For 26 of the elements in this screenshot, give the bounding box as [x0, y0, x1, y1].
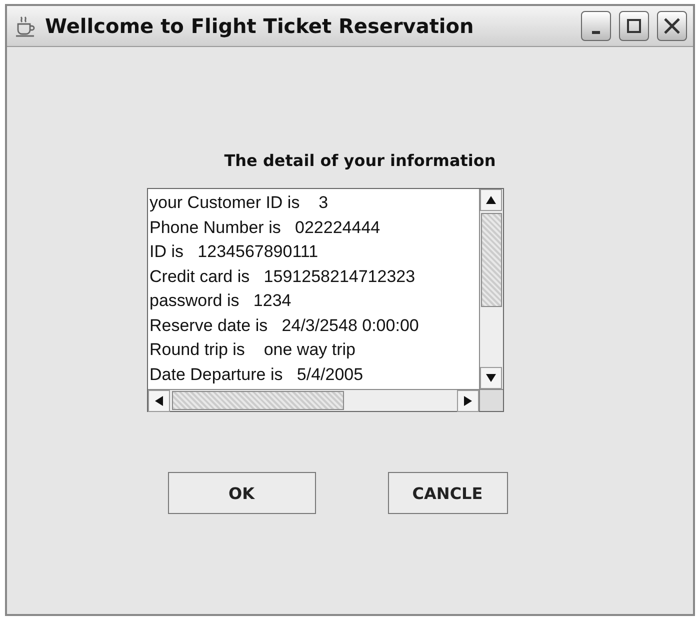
heading: The detail of your information [224, 151, 496, 170]
ok-button[interactable]: OK [168, 472, 316, 514]
detail-line: password is 1234 [150, 290, 292, 312]
maximize-button[interactable] [619, 11, 649, 41]
down-arrow-icon [486, 374, 496, 382]
minimize-button[interactable] [581, 11, 611, 41]
detail-line: Date Departure is 5/4/2005 [150, 364, 364, 386]
cancel-button[interactable]: CANCLE [388, 472, 508, 514]
cup-icon [13, 14, 37, 38]
minimize-icon [592, 30, 600, 34]
up-arrow-icon [486, 196, 496, 204]
vertical-scrollbar[interactable] [478, 189, 502, 389]
window-title: Wellcome to Flight Ticket Reservation [45, 14, 475, 38]
horizontal-scrollbar[interactable] [148, 389, 478, 411]
scrollbar-corner [478, 389, 502, 411]
right-arrow-icon [464, 396, 472, 406]
close-icon [663, 17, 681, 35]
detail-line: your Customer ID is 3 [150, 192, 330, 214]
maximize-icon [626, 18, 642, 34]
detail-line: Credit card is 1591258214712323 [150, 266, 416, 288]
close-button[interactable] [657, 11, 687, 41]
detail-line: ID is 1234567890111 [150, 241, 320, 263]
detail-line: Phone Number is 022224444 [150, 216, 382, 238]
left-arrow-icon [154, 396, 162, 406]
detail-line: Round trip is one way trip [150, 339, 356, 361]
detail-line: Reserve date is 24/3/2548 0:00:00 [150, 314, 420, 336]
